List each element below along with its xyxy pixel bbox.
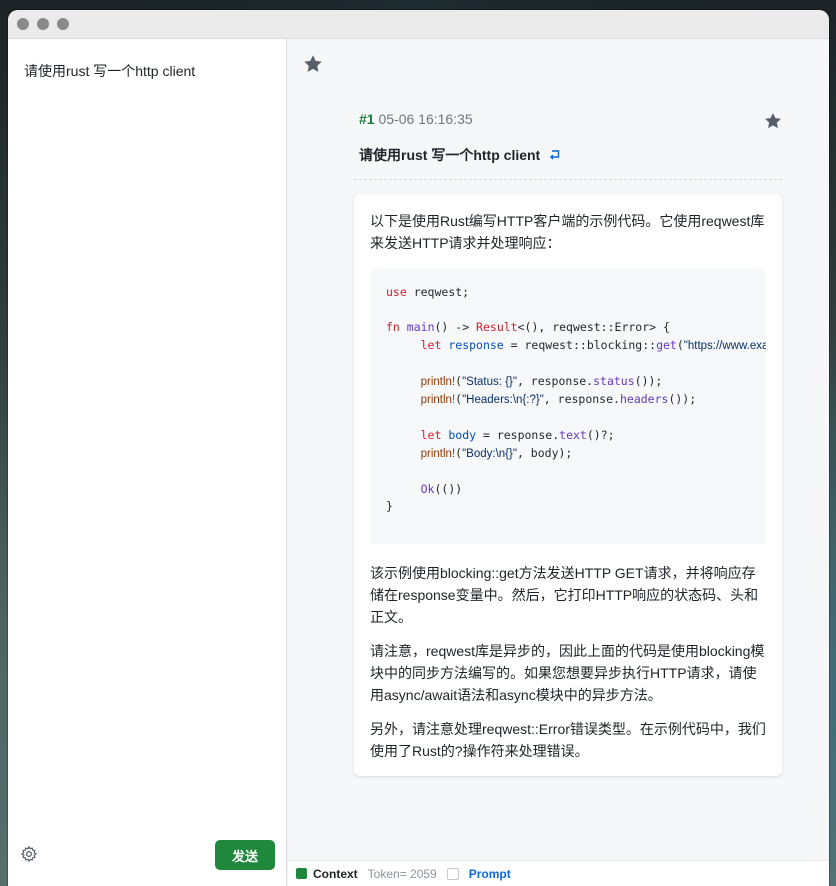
star-icon[interactable]: [763, 111, 783, 131]
response-paragraph-3: 另外，请注意处理reqwest::Error错误类型。在示例代码中，我们使用了R…: [370, 721, 766, 759]
message-header: #1 05-06 16:16:35: [359, 111, 783, 135]
zoom-window-button[interactable]: [57, 18, 69, 30]
gear-icon[interactable]: [20, 845, 38, 863]
close-window-button[interactable]: [17, 18, 29, 30]
code-block[interactable]: use reqwest; fn main() -> Result<(), req…: [370, 268, 766, 544]
response-paragraph-1: 该示例使用blocking::get方法发送HTTP GET请求，并将响应存储在…: [370, 565, 759, 625]
minimize-window-button[interactable]: [37, 18, 49, 30]
context-label[interactable]: Context: [313, 867, 358, 881]
prompt-link[interactable]: Prompt: [469, 867, 511, 881]
prompt-input[interactable]: 请使用rust 写一个http client: [24, 61, 274, 81]
app-window: 请使用rust 写一个http client 发送 #1 05-06 16:16…: [8, 10, 829, 886]
send-button[interactable]: 发送: [215, 840, 275, 870]
message-timestamp: 05-06 16:16:35: [378, 111, 473, 127]
message-title: 请使用rust 写一个http client: [359, 145, 562, 165]
message-number: #1: [359, 111, 375, 127]
token-count: Token= 2059: [367, 866, 437, 881]
response-card: 以下是使用Rust编写HTTP客户端的示例代码。它使用reqwest库来发送HT…: [354, 194, 782, 776]
document-icon[interactable]: [446, 867, 459, 880]
star-icon[interactable]: [302, 53, 324, 75]
response-paragraph-2: 请注意，reqwest库是异步的，因此上面的代码是使用blocking模块中的同…: [370, 643, 765, 703]
conversation-panel: #1 05-06 16:16:35 请使用rust 写一个http client…: [288, 39, 829, 860]
message-title-text: 请使用rust 写一个http client: [359, 147, 541, 163]
sidebar: 请使用rust 写一个http client 发送: [8, 39, 287, 886]
retry-icon[interactable]: [548, 148, 562, 162]
title-bar: [8, 10, 829, 39]
context-toggle[interactable]: [296, 868, 307, 879]
response-intro: 以下是使用Rust编写HTTP客户端的示例代码。它使用reqwest库来发送HT…: [370, 213, 765, 251]
divider: [354, 179, 782, 180]
status-bar: Context Token= 2059 Prompt: [288, 860, 829, 886]
